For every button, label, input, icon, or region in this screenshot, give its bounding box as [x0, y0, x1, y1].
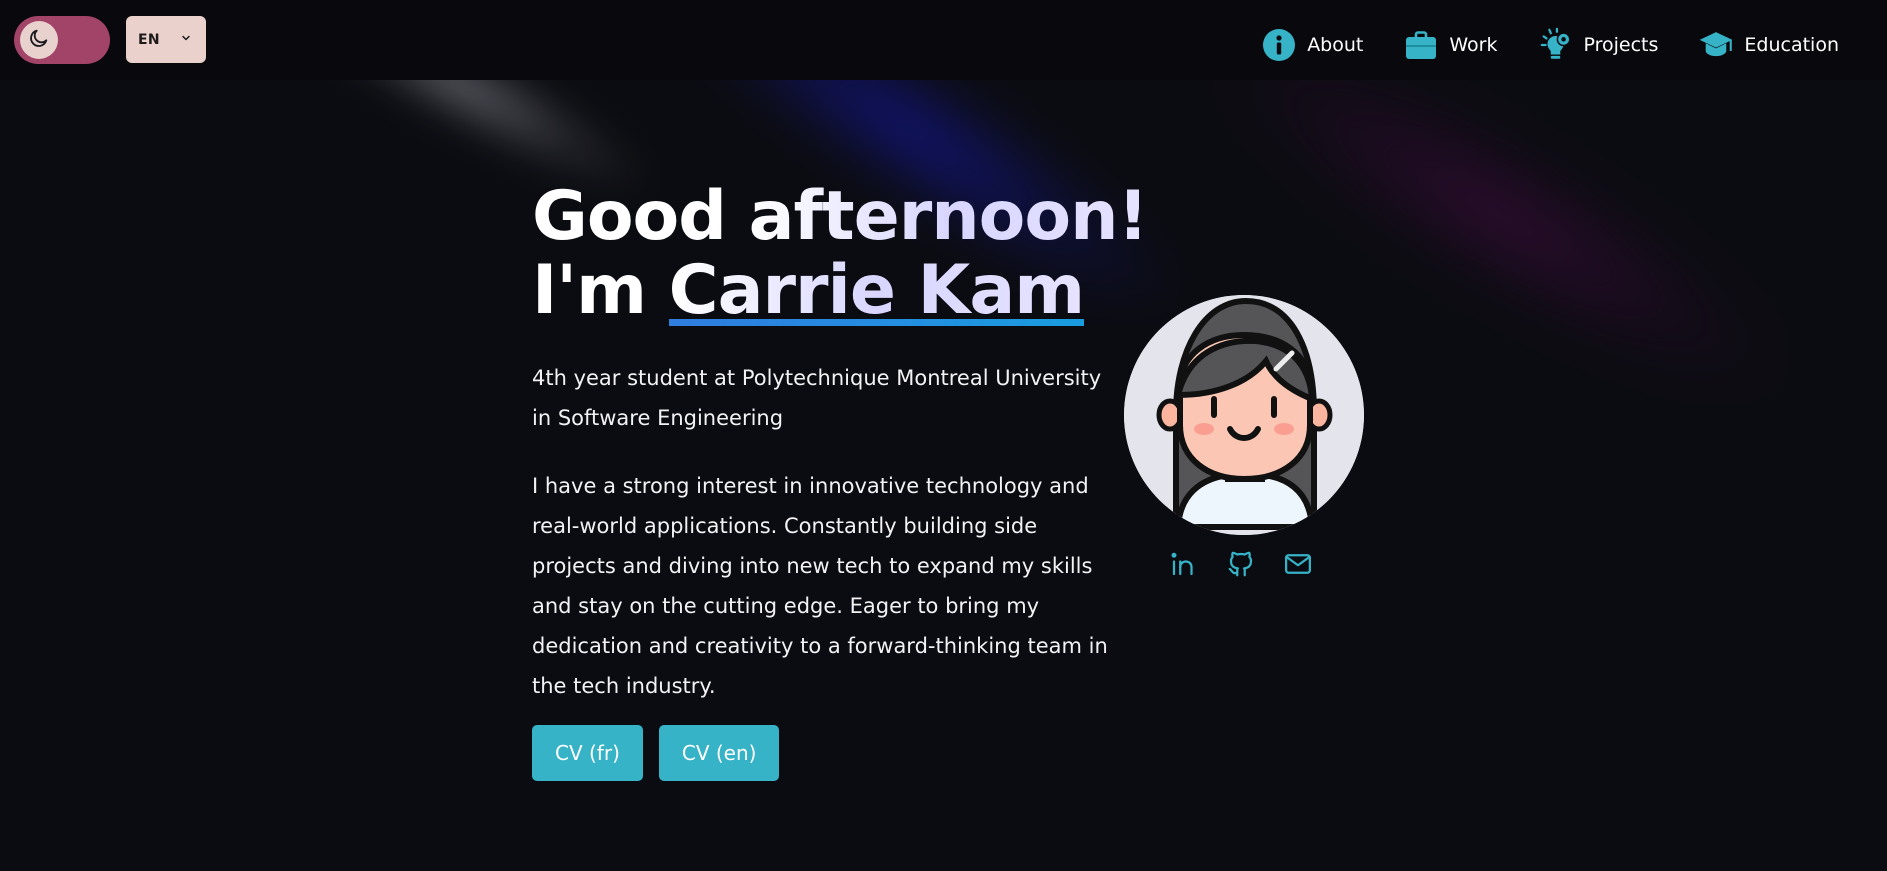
main-nav: About Work Projects Education	[1261, 22, 1839, 68]
page: EN About Work Projects Education Good af…	[0, 0, 1887, 871]
lightbulb-gear-icon	[1538, 27, 1574, 63]
intro-line: I'm Carrie Kam	[532, 254, 1112, 328]
subtitle: 4th year student at Polytechnique Montre…	[532, 366, 1102, 430]
greeting-word: Good	[532, 177, 727, 256]
cv-en-button[interactable]: CV (en)	[658, 725, 780, 781]
nav-label-education: Education	[1744, 34, 1839, 56]
nav-item-about[interactable]: About	[1261, 27, 1363, 63]
nav-item-education[interactable]: Education	[1698, 27, 1839, 63]
social-links	[1168, 548, 1314, 580]
nav-label-about: About	[1307, 34, 1364, 56]
name-wrap: Carrie Kam	[668, 254, 1085, 328]
language-select[interactable]: EN	[126, 16, 206, 63]
bio: I have a strong interest in innovative t…	[532, 474, 1108, 698]
nav-item-work[interactable]: Work	[1403, 27, 1498, 63]
avatar-illustration	[1124, 295, 1364, 535]
greeting-line: Good afternoon!	[532, 177, 1149, 256]
theme-knob	[20, 21, 58, 59]
chevron-down-icon	[180, 32, 192, 48]
theme-toggle[interactable]	[14, 16, 110, 64]
mail-icon[interactable]	[1282, 548, 1314, 580]
nav-item-projects[interactable]: Projects	[1538, 27, 1659, 63]
info-icon	[1261, 27, 1297, 63]
moon-icon	[28, 27, 50, 53]
greeting-time: afternoon!	[748, 177, 1149, 256]
nav-label-projects: Projects	[1583, 34, 1659, 56]
hero-text: Good afternoon! I'm Carrie Kam 4th year …	[532, 177, 1149, 706]
briefcase-icon	[1403, 27, 1439, 63]
name-underline	[668, 319, 1085, 326]
greeting-heading: Good afternoon! I'm Carrie Kam	[532, 177, 1149, 328]
cv-fr-button[interactable]: CV (fr)	[532, 725, 643, 781]
graduation-cap-icon	[1698, 27, 1734, 63]
cv-buttons: CV (fr) CV (en)	[532, 725, 780, 781]
github-icon[interactable]	[1225, 548, 1257, 580]
intro-word: I'm	[532, 251, 647, 330]
top-bar: EN About Work Projects Education	[0, 0, 1887, 80]
avatar	[1124, 295, 1364, 535]
language-value: EN	[138, 31, 160, 48]
nav-label-work: Work	[1449, 34, 1498, 56]
linkedin-icon[interactable]	[1168, 548, 1200, 580]
